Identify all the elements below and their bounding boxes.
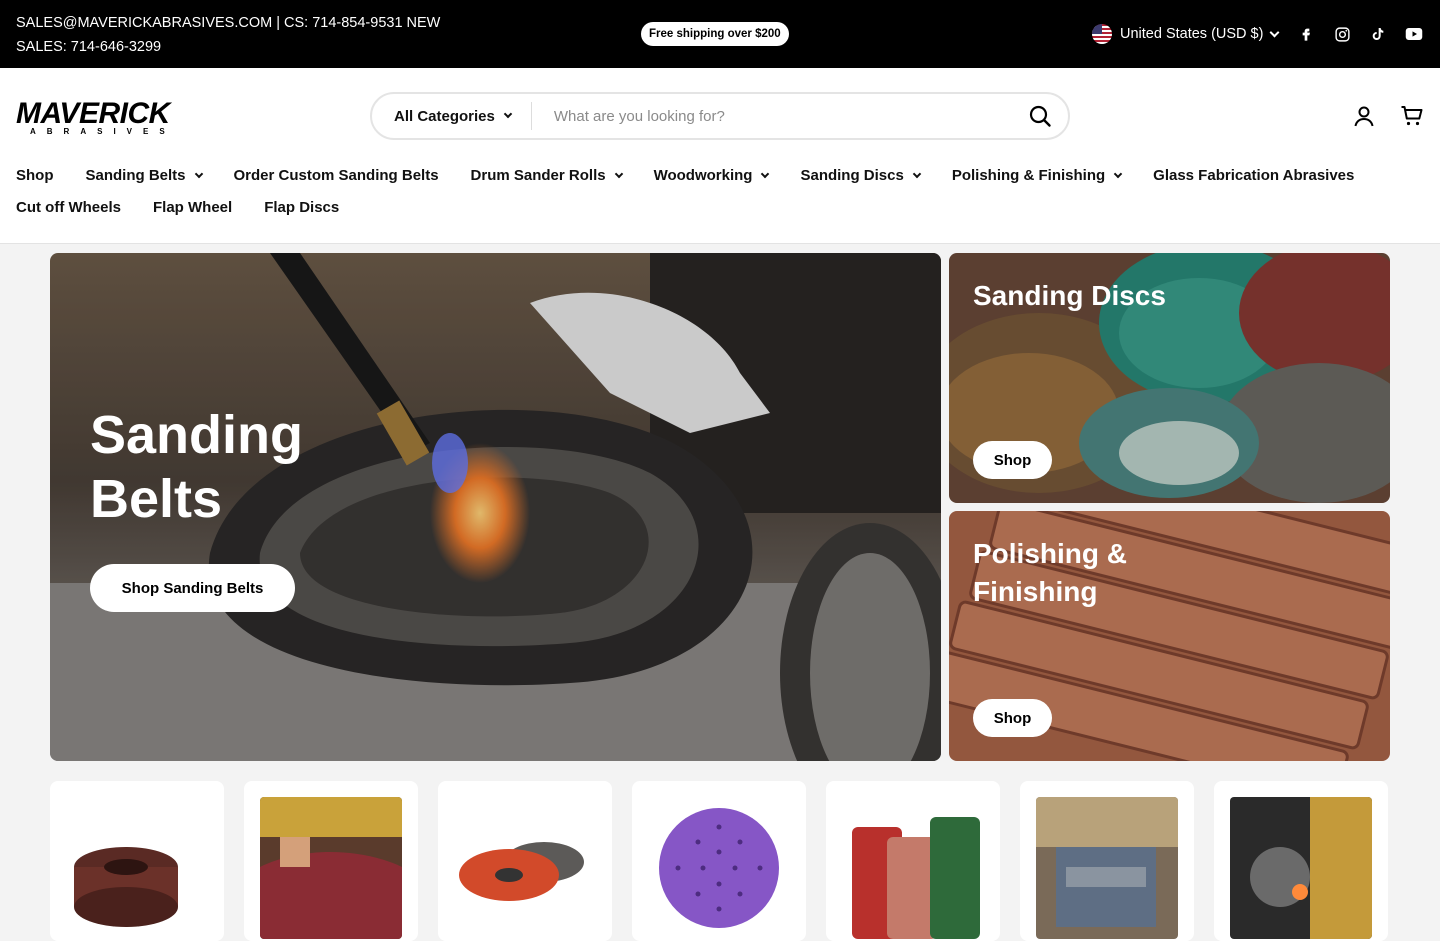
- category-card[interactable]: [826, 781, 1000, 941]
- promo-tile-polishing-finishing[interactable]: Polishing & Finishing Shop: [949, 511, 1390, 761]
- shop-sanding-belts-button[interactable]: Shop Sanding Belts: [90, 564, 295, 612]
- hook-loop-disc-image: [648, 797, 790, 939]
- category-cards: [50, 781, 1390, 941]
- contact-info: SALES@MAVERICKABRASIVES.COM | CS: 714-85…: [16, 15, 441, 55]
- nav-label: Glass Fabrication Abrasives: [1153, 167, 1355, 184]
- chevron-down-icon: [1113, 169, 1123, 179]
- nav-item-polishing-finishing[interactable]: Polishing & Finishing: [951, 166, 1123, 186]
- tile-title: Polishing & Finishing: [973, 538, 1127, 607]
- site-header: MAVERICK ABRASIVES All Categories Shop S…: [0, 68, 1440, 244]
- nav-label: Woodworking: [653, 167, 753, 184]
- chevron-down-icon: [761, 169, 770, 179]
- search-icon: [1029, 105, 1051, 127]
- category-dropdown-label: All Categories: [394, 107, 495, 125]
- chevron-down-icon: [912, 169, 922, 179]
- nav-label: Flap Discs: [264, 199, 340, 216]
- nav-item-drum-sander-rolls[interactable]: Drum Sander Rolls: [470, 166, 623, 186]
- search-button[interactable]: [1012, 94, 1068, 138]
- chevron-down-icon: [614, 169, 623, 179]
- nav-label: Flap Wheel: [153, 199, 233, 216]
- category-card[interactable]: [438, 781, 612, 941]
- nav-item-flap-wheel[interactable]: Flap Wheel: [153, 198, 232, 218]
- abrasive-roll-image: [66, 797, 208, 939]
- nav-item-sanding-belts[interactable]: Sanding Belts: [85, 166, 203, 186]
- hero-title: Sanding Belts: [90, 405, 303, 529]
- nav-label: Drum Sander Rolls: [470, 167, 606, 184]
- tiktok-icon[interactable]: [1368, 24, 1388, 44]
- nav-label: Order Custom Sanding Belts: [233, 167, 439, 184]
- cart-icon: [1401, 106, 1423, 126]
- tile-title: Sanding Discs: [973, 280, 1166, 311]
- nav-label: Shop: [16, 167, 54, 184]
- search-bar: All Categories: [370, 92, 1070, 140]
- youtube-icon[interactable]: [1404, 24, 1424, 44]
- category-card[interactable]: [1214, 781, 1388, 941]
- wide-belts-image: [842, 797, 984, 939]
- category-card[interactable]: [632, 781, 806, 941]
- promo-tile-sanding-discs[interactable]: Sanding Discs Shop: [949, 253, 1390, 503]
- search-input[interactable]: [531, 107, 1012, 125]
- account-button[interactable]: [1352, 104, 1376, 128]
- logo-wordmark: MAVERICK: [16, 97, 170, 130]
- nav-item-sanding-discs[interactable]: Sanding Discs: [800, 166, 922, 186]
- nav-item-cut-off-wheels[interactable]: Cut off Wheels: [16, 198, 121, 218]
- logo-subtitle: ABRASIVES: [30, 127, 176, 136]
- drum-sander-image: [1036, 797, 1178, 939]
- factory-belts-image: [260, 797, 402, 939]
- category-card[interactable]: [50, 781, 224, 941]
- nav-label: Cut off Wheels: [16, 199, 121, 216]
- nav-item-glass-fabrication-abrasives[interactable]: Glass Fabrication Abrasives: [1153, 166, 1354, 186]
- nav-label: Sanding Belts: [85, 167, 186, 184]
- chevron-down-icon: [503, 109, 513, 119]
- nav-item-woodworking[interactable]: Woodworking: [653, 166, 770, 186]
- chevron-down-icon: [194, 169, 203, 179]
- brand-logo[interactable]: MAVERICK ABRASIVES: [16, 97, 186, 136]
- grinding-image: [1230, 797, 1372, 939]
- nav-item-order-custom-sanding-belts[interactable]: Order Custom Sanding Belts: [234, 166, 439, 186]
- locale-label: United States (USD $): [1120, 26, 1264, 42]
- facebook-icon[interactable]: [1296, 24, 1316, 44]
- category-card[interactable]: [244, 781, 418, 941]
- free-shipping-badge: Free shipping over $200: [641, 22, 789, 46]
- nav-label: Polishing & Finishing: [951, 167, 1106, 184]
- locale-selector[interactable]: United States (USD $): [1092, 22, 1280, 46]
- nav-label: Sanding Discs: [800, 167, 904, 184]
- instagram-icon[interactable]: [1332, 24, 1352, 44]
- hero-banner-sanding-belts[interactable]: Sanding Belts Shop Sanding Belts: [50, 253, 941, 761]
- main-navigation: Shop Sanding Belts Order Custom Sanding …: [16, 166, 1416, 218]
- flap-discs-image: [454, 797, 596, 939]
- shop-sanding-discs-button[interactable]: Shop: [973, 441, 1052, 479]
- category-card[interactable]: [1020, 781, 1194, 941]
- chevron-down-icon: [1270, 27, 1280, 37]
- nav-item-flap-discs[interactable]: Flap Discs: [264, 198, 339, 218]
- header-actions: [1352, 104, 1424, 128]
- nav-item-shop[interactable]: Shop: [16, 166, 54, 186]
- user-icon: [1354, 106, 1374, 127]
- us-flag-icon: [1092, 24, 1112, 44]
- announcement-bar: SALES@MAVERICKABRASIVES.COM | CS: 714-85…: [0, 0, 1440, 68]
- category-dropdown[interactable]: All Categories: [372, 102, 532, 130]
- shop-polishing-finishing-button[interactable]: Shop: [973, 699, 1052, 737]
- social-links: [1296, 24, 1424, 44]
- cart-button[interactable]: [1400, 104, 1424, 128]
